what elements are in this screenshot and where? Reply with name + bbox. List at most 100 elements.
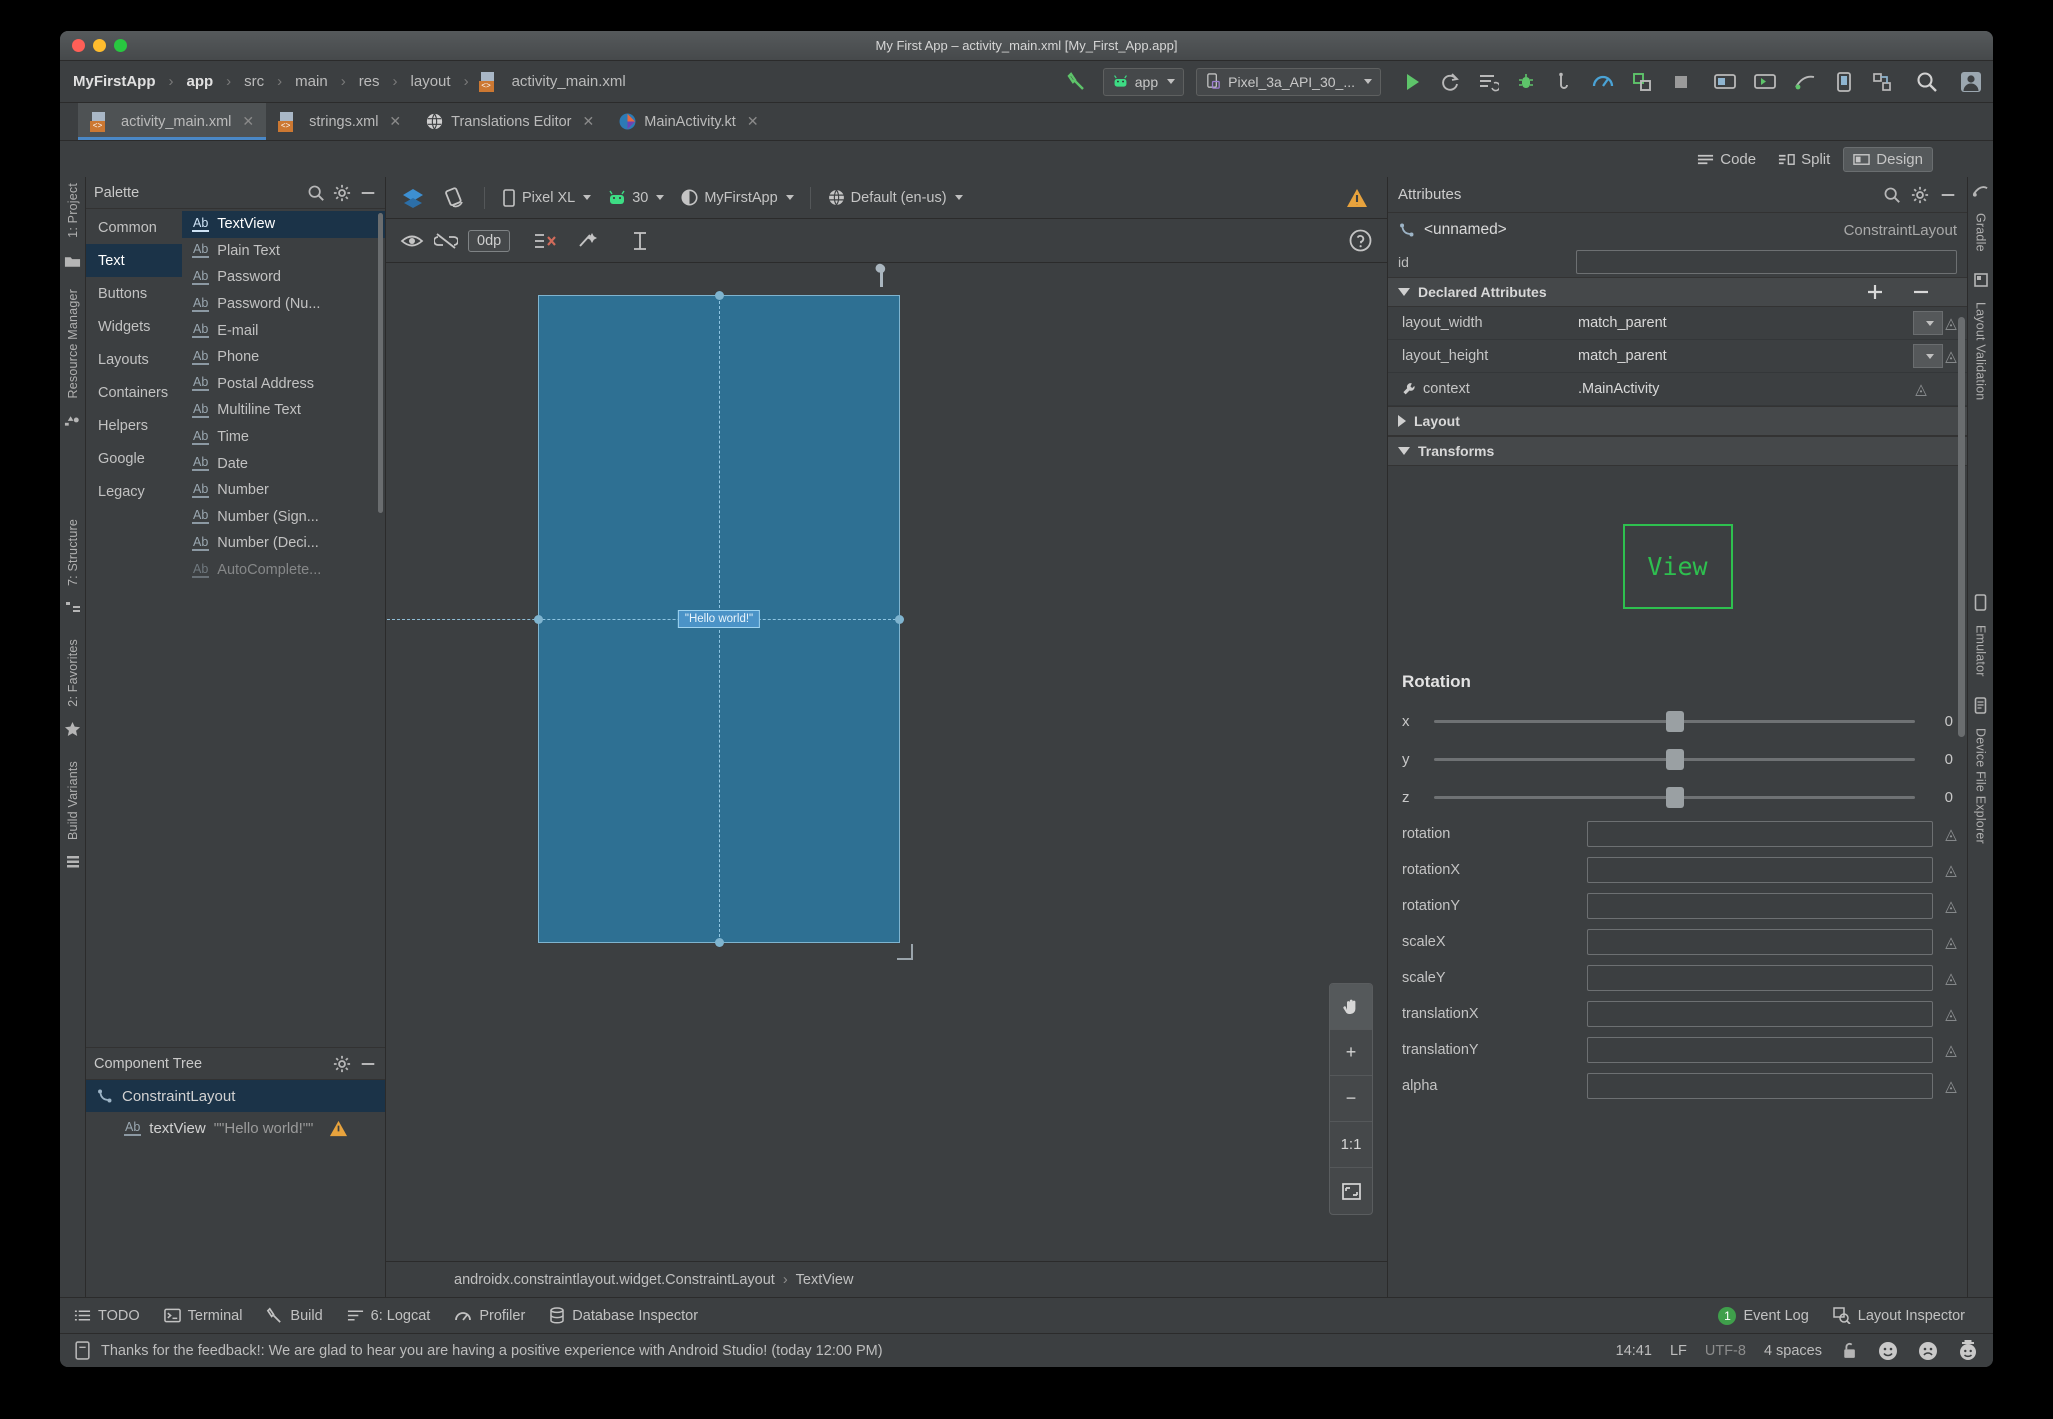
unlock-icon[interactable] <box>1840 1342 1857 1360</box>
close-icon[interactable]: ✕ <box>389 113 401 130</box>
guidelines-icon[interactable] <box>628 229 652 253</box>
zoom-actual-icon[interactable]: 1:1 <box>1330 1122 1372 1168</box>
palette-scrollbar[interactable] <box>378 213 383 513</box>
warning-icon[interactable] <box>329 1119 348 1138</box>
autoconnect-off-icon[interactable] <box>434 231 458 251</box>
sdk-manager-icon[interactable] <box>1753 71 1777 93</box>
palette-category-containers[interactable]: Containers <box>86 376 182 409</box>
search-icon[interactable] <box>1915 70 1939 94</box>
palette-category-common[interactable]: Common <box>86 211 182 244</box>
status-indent[interactable]: 4 spaces <box>1764 1343 1822 1359</box>
gear-icon[interactable] <box>1911 186 1929 204</box>
slider-thumb[interactable] <box>1665 786 1684 808</box>
attribute-pin-icon[interactable]: ◬ <box>1943 861 1959 879</box>
debug-icon[interactable] <box>1515 71 1537 93</box>
right-tool-rail[interactable]: Gradle Layout Validation Emulator Device… <box>1967 177 1993 1297</box>
bottom-item-todo[interactable]: TODO <box>74 1308 140 1324</box>
palette-item-multiline-text[interactable]: Ab Multiline Text <box>182 397 385 424</box>
alpha-input[interactable] <box>1587 1073 1933 1099</box>
locale-dropdown[interactable]: Default (en-us) <box>821 185 969 210</box>
palette-item-autocomplete[interactable]: Ab AutoComplete... <box>182 557 385 584</box>
apply-changes-icon[interactable] <box>1477 71 1499 93</box>
breadcrumb-res[interactable]: res <box>356 73 383 90</box>
palette-item-phone[interactable]: Ab Phone <box>182 344 385 371</box>
palette-category-buttons[interactable]: Buttons <box>86 277 182 310</box>
rotation-input[interactable] <box>1587 821 1933 847</box>
rail-item-structure[interactable]: 7: Structure <box>66 519 80 586</box>
field-row-rotationx[interactable]: rotationX ◬ <box>1388 852 1967 888</box>
design-surface-wrench-icon[interactable] <box>871 263 891 289</box>
resize-handle[interactable] <box>897 944 913 960</box>
attribute-value[interactable]: match_parent <box>1568 348 1913 364</box>
rail-item-build-variants[interactable]: Build Variants <box>66 761 80 840</box>
palette-item-postal-address[interactable]: Ab Postal Address <box>182 371 385 398</box>
warning-icon[interactable] <box>1345 186 1369 210</box>
rotationy-input[interactable] <box>1587 893 1933 919</box>
zoom-in-icon[interactable]: + <box>1330 1030 1372 1076</box>
breadcrumb-module[interactable]: app <box>184 73 217 90</box>
palette-item-password-numeric[interactable]: Ab Password (Nu... <box>182 291 385 318</box>
search-icon[interactable] <box>307 184 325 202</box>
palette-item-number-decimal[interactable]: Ab Number (Deci... <box>182 530 385 557</box>
stop-icon[interactable] <box>1671 72 1691 92</box>
scaley-input[interactable] <box>1587 965 1933 991</box>
attribute-pin-icon[interactable]: ◬ <box>1943 1041 1959 1059</box>
infer-constraints-icon[interactable] <box>576 230 602 252</box>
rotation-slider-x[interactable]: x 0 <box>1388 702 1967 740</box>
bottom-tool-bar[interactable]: TODO Terminal Build 6: Logcat Profiler D… <box>60 1297 1993 1333</box>
translationx-input[interactable] <box>1587 1001 1933 1027</box>
attribute-pin-icon[interactable]: ◬ <box>1943 1077 1959 1095</box>
notification-icon[interactable] <box>74 1341 91 1360</box>
attach-debugger-icon[interactable] <box>1553 71 1575 93</box>
breadcrumb-main[interactable]: main <box>292 73 331 90</box>
tab-activity-main-xml[interactable]: <> activity_main.xml ✕ <box>78 103 267 140</box>
palette-item-number[interactable]: Ab Number <box>182 477 385 504</box>
section-declared-attributes[interactable]: Declared Attributes <box>1388 277 1967 307</box>
profiler-icon[interactable] <box>1591 70 1615 94</box>
attribute-pin-icon[interactable]: ◬ <box>1943 1005 1959 1023</box>
rail-item-project[interactable]: 1: Project <box>66 183 80 238</box>
bottom-item-layout-inspector[interactable]: Layout Inspector <box>1833 1307 1965 1324</box>
design-canvas[interactable]: "Hello world!" + − 1:1 <box>386 263 1387 1261</box>
device-manager-icon[interactable] <box>1833 71 1855 93</box>
top-constraint-anchor[interactable] <box>714 291 724 300</box>
left-tool-rail[interactable]: 1: Project Resource Manager 7: Structure… <box>60 177 86 1297</box>
palette-item-time[interactable]: Ab Time <box>182 424 385 451</box>
rerun-icon[interactable] <box>1439 71 1461 93</box>
editor-mode-code[interactable]: Code <box>1688 148 1765 171</box>
attribute-row-context[interactable]: context .MainActivity ◬ <box>1388 373 1967 406</box>
rail-item-device-file-explorer[interactable]: Device File Explorer <box>1974 728 1988 844</box>
design-surface-toolbar[interactable]: Pixel XL 30 MyFirstApp Default (en-us) <box>386 177 1387 219</box>
translationy-input[interactable] <box>1587 1037 1933 1063</box>
attribute-pin-icon[interactable]: ◬ <box>1913 380 1929 398</box>
orientation-button[interactable] <box>436 183 474 213</box>
rail-item-favorites[interactable]: 2: Favorites <box>66 639 80 707</box>
breadcrumb-project[interactable]: MyFirstApp <box>70 73 159 90</box>
rotation-slider-z[interactable]: z 0 <box>1388 778 1967 816</box>
pan-hand-icon[interactable] <box>1330 984 1372 1030</box>
layers-button[interactable] <box>394 183 432 213</box>
attribute-pin-icon[interactable]: ◬ <box>1943 897 1959 915</box>
tree-node-textview[interactable]: Ab textView ""Hello world!"" <box>86 1112 385 1144</box>
right-constraint-anchor[interactable] <box>895 614 904 624</box>
palette-item-plain-text[interactable]: Ab Plain Text <box>182 238 385 265</box>
slider-thumb[interactable] <box>1665 710 1684 732</box>
eye-icon[interactable] <box>400 231 424 251</box>
attribute-pin-icon[interactable]: ◬ <box>1943 933 1959 951</box>
theme-dropdown[interactable]: MyFirstApp <box>674 185 799 210</box>
window-controls[interactable] <box>60 39 127 52</box>
textview-widget[interactable]: "Hello world!" <box>677 610 761 628</box>
transform-preview[interactable]: View <box>1388 466 1967 666</box>
minimize-icon[interactable] <box>1939 186 1957 204</box>
rail-item-gradle[interactable]: Gradle <box>1974 213 1988 252</box>
slider-track[interactable] <box>1434 710 1915 732</box>
field-row-rotationy[interactable]: rotationY ◬ <box>1388 888 1967 924</box>
palette-item-textview[interactable]: Ab TextView <box>182 211 385 238</box>
field-row-alpha[interactable]: alpha ◬ <box>1388 1068 1967 1104</box>
gear-icon[interactable] <box>333 184 351 202</box>
palette-categories[interactable]: Common Text Buttons Widgets Layouts Cont… <box>86 209 182 1047</box>
close-icon[interactable]: ✕ <box>242 113 254 130</box>
editor-mode-bar[interactable]: Code Split Design <box>60 141 1993 177</box>
plus-icon[interactable] <box>1865 282 1885 302</box>
palette-item-number-signed[interactable]: Ab Number (Sign... <box>182 504 385 531</box>
